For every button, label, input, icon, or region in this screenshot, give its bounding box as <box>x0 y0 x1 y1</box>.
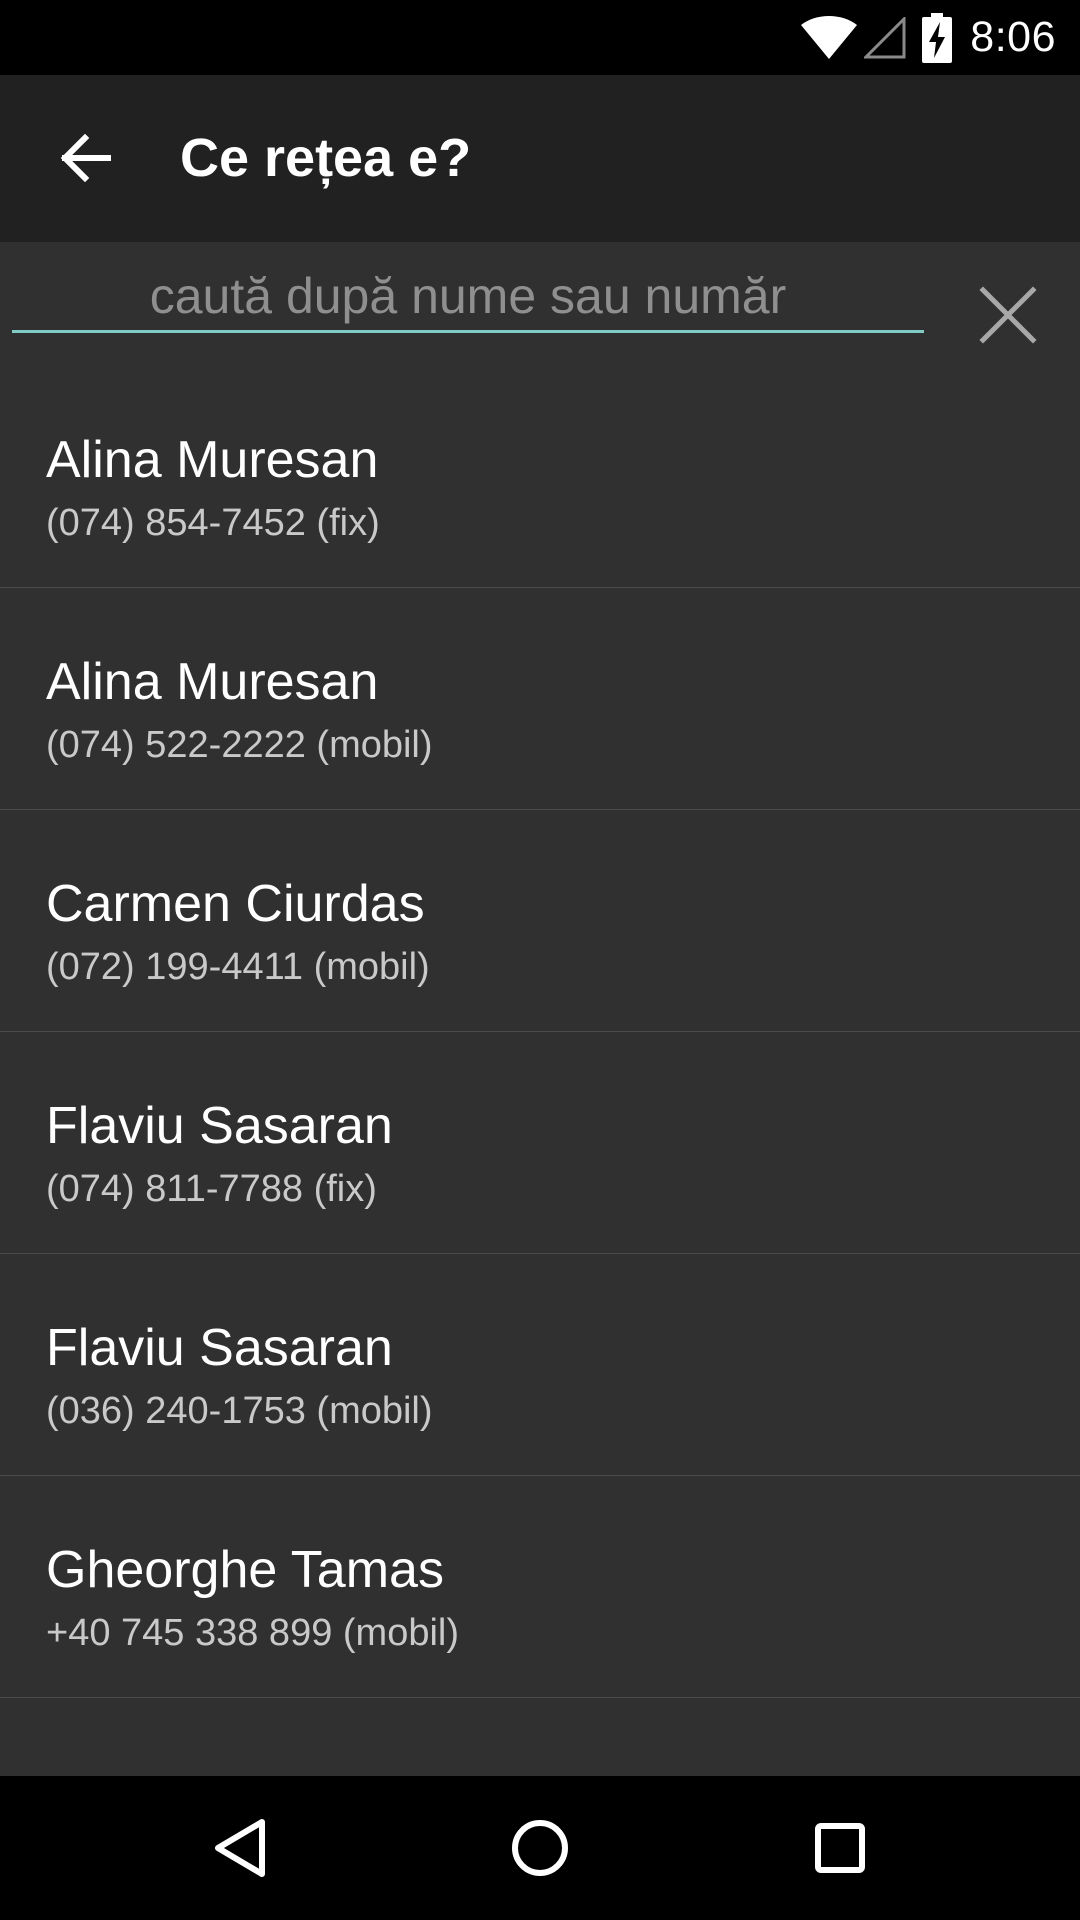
contact-name: Alina Muresan <box>46 653 379 711</box>
status-time: 8:06 <box>970 13 1056 61</box>
back-button[interactable] <box>40 113 130 203</box>
contact-name: Alina Muresan <box>46 431 379 489</box>
contact-name: Flaviu Sasaran <box>46 1097 393 1155</box>
nav-back-button[interactable] <box>190 1798 290 1898</box>
list-item[interactable]: Gheorghe Tamas +40 745 338 899 (mobil) <box>0 1476 1080 1698</box>
app-bar: Ce rețea e? <box>0 75 1080 242</box>
nav-back-icon <box>215 1819 265 1877</box>
nav-home-icon <box>512 1820 568 1876</box>
contact-number: +40 745 338 899 (mobil) <box>46 1612 460 1654</box>
contact-number: (074) 854-7452 (fix) <box>46 502 380 544</box>
contact-number: (072) 199-4411 (mobil) <box>46 946 430 988</box>
close-icon <box>979 286 1037 344</box>
clear-search-button[interactable] <box>965 272 1051 358</box>
list-item[interactable] <box>0 1698 1080 1776</box>
nav-recents-icon <box>815 1823 865 1873</box>
contact-number: (074) 522-2222 (mobil) <box>46 724 433 766</box>
nav-recents-button[interactable] <box>790 1798 890 1898</box>
list-item[interactable]: Alina Muresan (074) 522-2222 (mobil) <box>0 588 1080 810</box>
list-item[interactable]: Alina Muresan (074) 854-7452 (fix) <box>0 366 1080 588</box>
search-input[interactable] <box>12 262 924 333</box>
arrow-left-icon <box>60 134 111 182</box>
page-title: Ce rețea e? <box>180 128 472 188</box>
status-bar: 8:06 <box>0 0 1080 75</box>
battery-charging-icon <box>922 12 953 63</box>
wifi-icon <box>801 15 858 59</box>
list-item[interactable]: Flaviu Sasaran (036) 240-1753 (mobil) <box>0 1254 1080 1476</box>
list-item[interactable]: Carmen Ciurdas (072) 199-4411 (mobil) <box>0 810 1080 1032</box>
search-row <box>0 242 1080 372</box>
contact-number: (036) 240-1753 (mobil) <box>46 1390 433 1432</box>
cell-signal-icon <box>864 16 906 58</box>
contact-number: (074) 811-7788 (fix) <box>46 1168 377 1210</box>
status-icons: 8:06 <box>800 0 1056 75</box>
contact-list: Alina Muresan (074) 854-7452 (fix) Alina… <box>0 366 1080 1776</box>
contact-name: Carmen Ciurdas <box>46 875 425 933</box>
contact-name: Gheorghe Tamas <box>46 1541 444 1599</box>
contact-name: Flaviu Sasaran <box>46 1319 393 1377</box>
navigation-bar <box>0 1776 1080 1920</box>
main-content: Alina Muresan (074) 854-7452 (fix) Alina… <box>0 242 1080 1776</box>
nav-home-button[interactable] <box>490 1798 590 1898</box>
list-item[interactable]: Flaviu Sasaran (074) 811-7788 (fix) <box>0 1032 1080 1254</box>
